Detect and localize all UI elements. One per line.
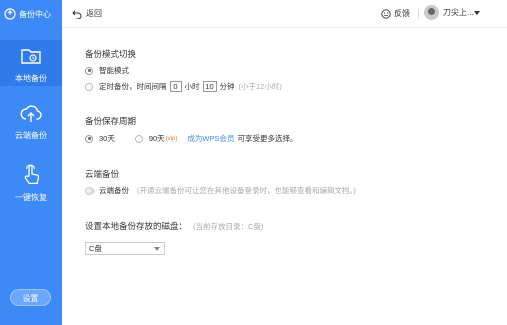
- interval-hint: (小于12小时): [238, 82, 282, 91]
- retention-30-radio[interactable]: [85, 134, 93, 143]
- disk-title-row: 设置本地备份存放的磁盘： (当前存放目录：C盘): [85, 220, 263, 232]
- disk-title: 设置本地备份存放的磁盘：: [85, 221, 188, 231]
- timed-backup-radio[interactable]: [85, 82, 93, 91]
- cloud-upload-icon: [18, 100, 44, 126]
- disk-select-value: C盘: [89, 244, 102, 253]
- chevron-down-icon: [154, 247, 160, 251]
- current-directory: (当前存放目录：C盘): [193, 221, 264, 231]
- cloud-description: (开通云端备份可让您在其他设备登录时，也能够查看和编辑文档。): [137, 186, 356, 195]
- minutes-input[interactable]: 10: [202, 81, 217, 92]
- sidebar-item-label: 本地备份: [15, 74, 47, 83]
- cloud-toggle-label: 云端备份: [99, 186, 129, 195]
- timed-backup-label: 定时备份，时间间隔: [99, 82, 167, 91]
- mode-title: 备份模式切换: [85, 49, 137, 59]
- back-button[interactable]: 返回: [72, 8, 102, 19]
- smart-mode-option[interactable]: 智能模式: [85, 65, 129, 76]
- sidebar-item-restore[interactable]: 一键恢复: [0, 162, 62, 203]
- hours-input[interactable]: 0: [169, 81, 182, 92]
- back-arrow-icon: [72, 9, 82, 19]
- cloud-title: 云端备份: [85, 169, 120, 179]
- sidebar-item-label: 云端备份: [15, 131, 47, 140]
- vip-tag: (vip): [165, 135, 178, 142]
- minutes-unit: 分钟: [219, 82, 235, 91]
- retention-30-label: 30天: [99, 134, 115, 143]
- chevron-down-icon[interactable]: [474, 11, 480, 15]
- hours-unit: 小时: [184, 82, 200, 91]
- user-name: 刀尖上...: [443, 8, 474, 17]
- retention-title: 备份保存周期: [85, 116, 137, 126]
- topbar: 返回 反馈 刀尖上...: [62, 0, 507, 28]
- user-menu[interactable]: 刀尖上...: [424, 5, 474, 20]
- retention-90-radio[interactable]: [134, 134, 143, 143]
- tap-hand-icon: [18, 162, 44, 188]
- sidebar-header: 备份中心: [0, 0, 62, 28]
- main-panel: 备份模式切换 智能模式 定时备份，时间间隔 0 小时 10 分钟 (小于12小时…: [62, 28, 507, 325]
- smart-mode-label: 智能模式: [99, 66, 129, 75]
- feedback-button[interactable]: 反馈: [381, 8, 410, 19]
- retention-options: 30天 90天 (vip) 成为WPS会员 可享受更多选择。: [85, 133, 297, 144]
- disk-select[interactable]: C盘: [85, 242, 165, 255]
- settings-button[interactable]: 设置: [10, 289, 51, 306]
- sidebar-item-cloud-backup[interactable]: 云端备份: [0, 100, 62, 141]
- retention-90-label: 90天: [148, 134, 165, 143]
- become-wps-member-link[interactable]: 成为WPS会员: [187, 133, 234, 144]
- cloud-backup-row: 云端备份 (开通云端备份可让您在其他设备登录时，也能够查看和编辑文档。): [85, 185, 356, 196]
- cloud-backup-toggle[interactable]: [85, 186, 95, 195]
- backup-center-logo-icon: [4, 8, 16, 20]
- topbar-divider: [418, 9, 419, 19]
- sidebar-item-label: 一键恢复: [15, 193, 47, 202]
- sidebar: 备份中心 本地备份 云端备份 一键恢复 设置: [0, 0, 62, 325]
- retention-suffix: 可享受更多选择。: [237, 134, 298, 143]
- back-label: 返回: [86, 9, 102, 18]
- sidebar-item-local-backup[interactable]: 本地备份: [0, 40, 62, 86]
- avatar: [424, 5, 439, 20]
- app-title: 备份中心: [19, 9, 51, 19]
- smart-mode-radio[interactable]: [85, 66, 93, 75]
- timed-backup-option[interactable]: 定时备份，时间间隔 0 小时 10 分钟 (小于12小时): [85, 81, 282, 92]
- folder-icon: [18, 43, 44, 69]
- feedback-label: 反馈: [394, 9, 410, 18]
- feedback-smile-icon: [381, 8, 391, 19]
